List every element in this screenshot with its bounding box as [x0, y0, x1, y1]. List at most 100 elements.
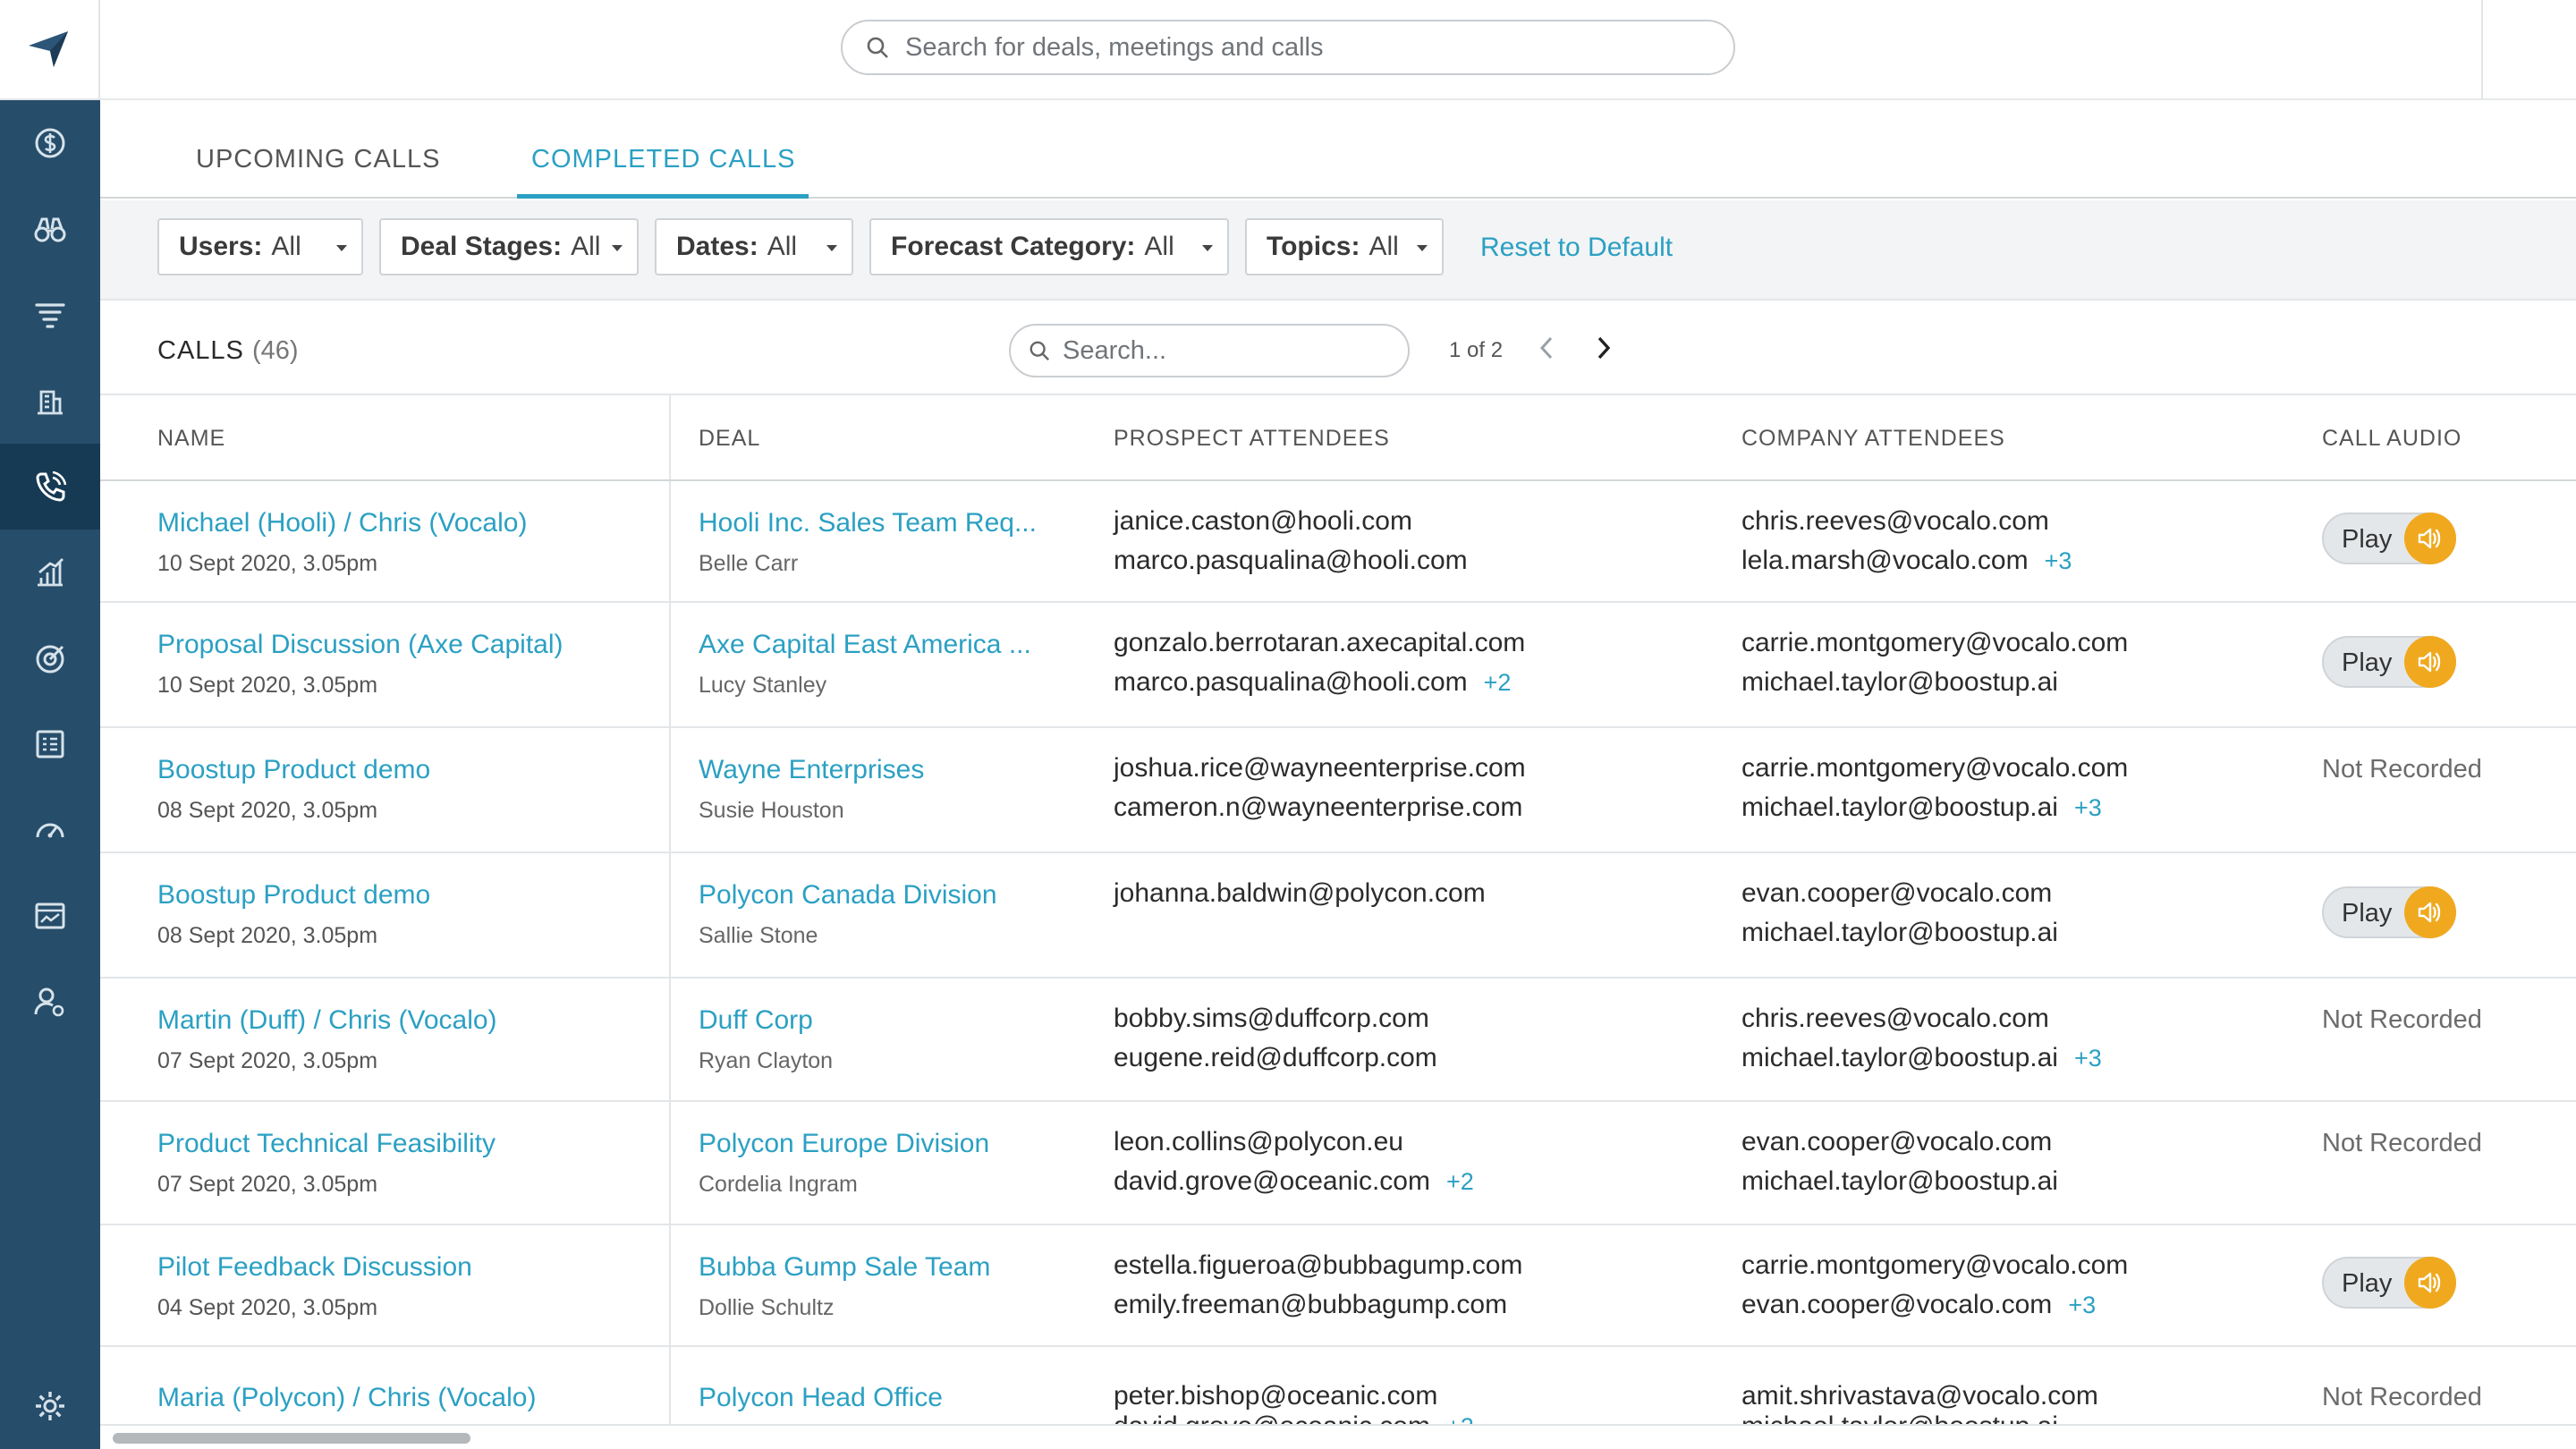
analytics-icon: [38, 558, 64, 587]
company-attendee-email: michael.taylor@boostup.ai: [1741, 918, 2058, 947]
tab-completed-calls[interactable]: COMPLETED CALLS: [531, 145, 795, 174]
call-name-link[interactable]: Michael (Hooli) / Chris (Vocalo): [157, 508, 527, 538]
deal-link[interactable]: Bubba Gump Sale Team: [699, 1252, 990, 1283]
call-name-link[interactable]: Pilot Feedback Discussion: [157, 1252, 472, 1283]
nav-settings[interactable]: [0, 1363, 100, 1449]
company-attendee-email: michael.taylor@boostup.ai: [1741, 1166, 2058, 1196]
nav-calls[interactable]: [0, 444, 100, 530]
users-filter-key: Users:: [179, 232, 263, 261]
nav-binoculars[interactable]: [0, 186, 100, 272]
nav-analytics[interactable]: [0, 530, 100, 615]
company-attendee: carrie.montgomery@vocalo.com: [1741, 753, 2129, 783]
nav-chart-board[interactable]: [0, 873, 100, 959]
nav-building[interactable]: [0, 358, 100, 444]
more-attendees-link[interactable]: +2: [1484, 669, 1512, 696]
topics-filter-key: Topics:: [1267, 232, 1360, 261]
more-attendees-link[interactable]: +2: [1446, 1168, 1474, 1195]
app-logo[interactable]: [0, 0, 100, 100]
company-attendee-email: evan.cooper@vocalo.com: [1741, 1290, 2053, 1319]
company-attendee-email: michael.taylor@boostup.ai: [1741, 1411, 2058, 1424]
company-attendee: carrie.montgomery@vocalo.com: [1741, 1250, 2129, 1280]
column-header-company-attendees[interactable]: COMPANY ATTENDEES: [1741, 426, 2005, 452]
play-audio-button[interactable]: Play: [2322, 636, 2456, 688]
calls-table: NAME DEAL PROSPECT ATTENDEES COMPANY ATT…: [100, 395, 2576, 1424]
call-name-link[interactable]: Proposal Discussion (Axe Capital): [157, 630, 564, 660]
caret-down-icon: [826, 245, 837, 251]
deal-link[interactable]: Axe Capital East America ...: [699, 630, 1031, 660]
phone-icon: [36, 470, 67, 502]
column-header-prospect-attendees[interactable]: PROSPECT ATTENDEES: [1114, 426, 1390, 452]
deal-stages-filter[interactable]: Deal Stages: All: [379, 218, 639, 275]
prospect-attendee: marco.pasqualina@hooli.com: [1114, 546, 1468, 576]
column-header-name[interactable]: NAME: [157, 426, 225, 452]
more-attendees-link[interactable]: +3: [2074, 794, 2102, 821]
tab-upcoming-calls[interactable]: UPCOMING CALLS: [196, 145, 440, 174]
target-icon: [36, 645, 64, 674]
nav-report[interactable]: [0, 701, 100, 787]
prospect-attendee: eugene.reid@duffcorp.com: [1114, 1043, 1437, 1073]
deal-link[interactable]: Polycon Canada Division: [699, 880, 997, 911]
call-name-link[interactable]: Martin (Duff) / Chris (Vocalo): [157, 1005, 497, 1036]
forecast-category-filter[interactable]: Forecast Category: All: [869, 218, 1229, 275]
next-page-button[interactable]: [1589, 333, 1619, 363]
more-attendees-link[interactable]: +3: [2068, 1292, 2096, 1318]
company-attendee: evan.cooper@vocalo.com +3: [1741, 1290, 2096, 1320]
nav-gauge[interactable]: [0, 787, 100, 873]
not-recorded-status: Not Recorded: [2322, 1383, 2482, 1411]
deal-link[interactable]: Polycon Head Office: [699, 1383, 943, 1413]
global-search-input[interactable]: [905, 32, 1692, 63]
speaker-icon: [2404, 1257, 2456, 1309]
call-name-link[interactable]: Boostup Product demo: [157, 755, 430, 785]
prospect-attendee-email: david.grove@oceanic.com: [1114, 1166, 1430, 1196]
deal-owner: Dollie Schultz: [699, 1295, 835, 1320]
topics-filter-value: All: [1368, 232, 1399, 261]
prospect-attendee: peter.bishop@oceanic.com: [1114, 1381, 1438, 1411]
horizontal-scrollbar[interactable]: [100, 1424, 2576, 1449]
play-audio-button[interactable]: Play: [2322, 513, 2456, 564]
call-name-link[interactable]: Boostup Product demo: [157, 880, 430, 911]
column-header-call-audio[interactable]: CALL AUDIO: [2322, 426, 2462, 452]
company-attendee-email: michael.taylor@boostup.ai: [1741, 667, 2058, 697]
users-filter[interactable]: Users: All: [157, 218, 363, 275]
column-header-deal[interactable]: DEAL: [699, 426, 760, 452]
nav-user-settings[interactable]: [0, 959, 100, 1045]
reset-to-default-link[interactable]: Reset to Default: [1480, 233, 1673, 263]
chevron-right-icon: [1597, 336, 1611, 360]
table-search-input[interactable]: [1063, 335, 1394, 366]
company-attendee: michael.taylor@boostup.ai +3: [1741, 792, 2102, 823]
not-recorded-status: Not Recorded: [2322, 1129, 2482, 1157]
table-row: Pilot Feedback Discussion 04 Sept 2020, 3…: [100, 1225, 2576, 1347]
nav-target[interactable]: [0, 615, 100, 701]
deal-link[interactable]: Duff Corp: [699, 1005, 813, 1036]
call-name-link[interactable]: Maria (Polycon) / Chris (Vocalo): [157, 1383, 536, 1413]
dates-filter[interactable]: Dates: All: [655, 218, 853, 275]
play-audio-button[interactable]: Play: [2322, 1257, 2456, 1309]
prospect-attendee-email: emily.freeman@bubbagump.com: [1114, 1290, 1508, 1319]
top-divider: [2481, 0, 2483, 100]
previous-page-button[interactable]: [1531, 333, 1562, 363]
deal-link[interactable]: Hooli Inc. Sales Team Req...: [699, 508, 1037, 538]
call-date: 04 Sept 2020, 3.05pm: [157, 1295, 378, 1320]
more-attendees-link[interactable]: +3: [2074, 1045, 2102, 1072]
prospect-attendee: gonzalo.berrotaran.axecapital.com: [1114, 628, 1526, 657]
global-search[interactable]: [841, 20, 1735, 75]
play-audio-button[interactable]: Play: [2322, 886, 2456, 938]
call-name-link[interactable]: Product Technical Feasibility: [157, 1129, 496, 1159]
prospect-attendee-email: marco.pasqualina@hooli.com: [1114, 546, 1468, 575]
more-attendees-link[interactable]: +3: [2045, 547, 2072, 574]
topics-filter[interactable]: Topics: All: [1245, 218, 1444, 275]
dollar-icon: [35, 128, 65, 158]
nav-dollar[interactable]: [0, 100, 100, 186]
deal-link[interactable]: Wayne Enterprises: [699, 755, 924, 785]
table-row: Product Technical Feasibility 07 Sept 202…: [100, 1102, 2576, 1225]
more-attendees-link[interactable]: +2: [1446, 1413, 1474, 1424]
nav-funnel[interactable]: [0, 272, 100, 358]
table-search[interactable]: [1009, 324, 1410, 377]
active-tab-indicator: [517, 194, 809, 199]
dates-filter-value: All: [767, 232, 798, 261]
play-label: Play: [2342, 648, 2393, 677]
deal-stages-filter-value: All: [571, 232, 601, 261]
scrollbar-thumb[interactable]: [113, 1433, 470, 1444]
deal-link[interactable]: Polycon Europe Division: [699, 1129, 989, 1159]
call-date: 10 Sept 2020, 3.05pm: [157, 551, 378, 576]
